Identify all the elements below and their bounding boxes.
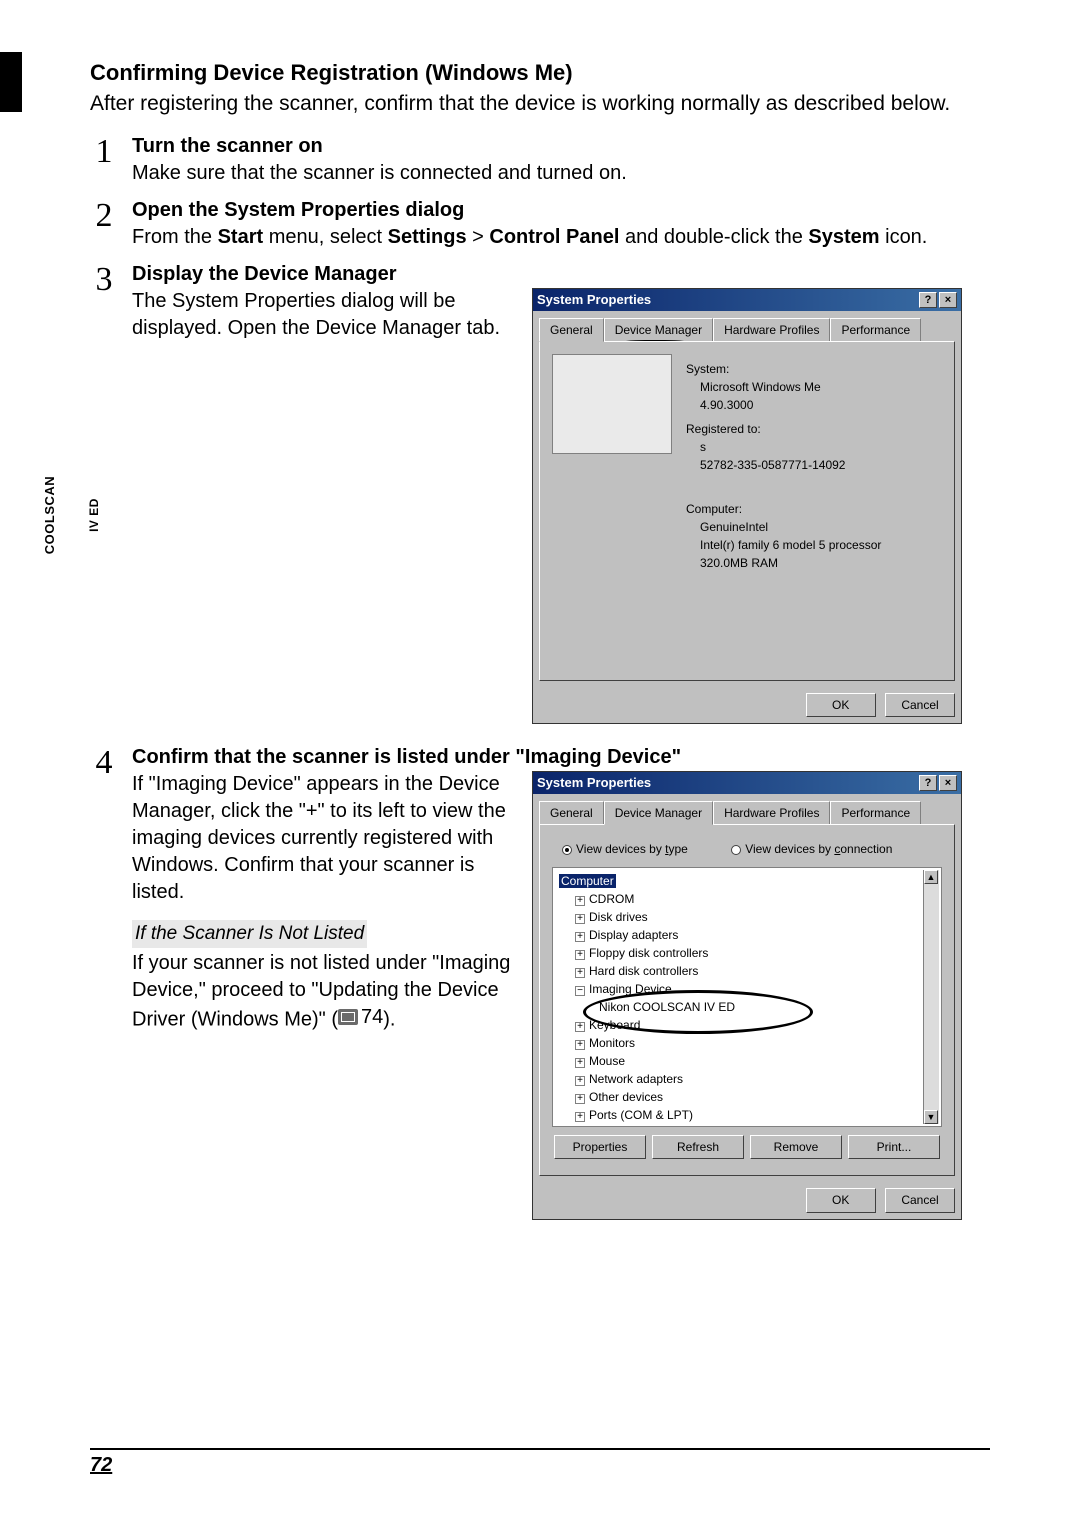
tree-node-display-adapters[interactable]: +Display adapters xyxy=(559,926,935,944)
scroll-down-icon[interactable]: ▼ xyxy=(924,1110,938,1124)
page-edge-tab xyxy=(0,52,22,112)
tab-row: General Device Manager Hardware Profiles… xyxy=(533,311,961,341)
cancel-button[interactable]: Cancel xyxy=(885,693,955,717)
step-title: Confirm that the scanner is listed under… xyxy=(132,744,990,771)
tree-node-floppy[interactable]: +Floppy disk controllers xyxy=(559,944,935,962)
tree-node-scsi[interactable]: +SCSI controllers xyxy=(559,1124,935,1127)
sub-heading: If the Scanner Is Not Listed xyxy=(132,920,367,948)
ok-button[interactable]: OK xyxy=(806,693,876,717)
titlebar: System Properties ? × xyxy=(533,289,961,311)
value-computer-1: GenuineIntel xyxy=(686,518,881,536)
tab-row: General Device Manager Hardware Profiles… xyxy=(533,794,961,824)
step-text: The System Properties dialog will be dis… xyxy=(132,288,512,724)
radio-view-by-type[interactable]: View devices by type xyxy=(562,841,688,857)
value-system-1: Microsoft Windows Me xyxy=(686,378,881,396)
close-button[interactable]: × xyxy=(939,292,957,308)
tree-node-cdrom[interactable]: +CDROM xyxy=(559,890,935,908)
step-1: 1 Turn the scanner on Make sure that the… xyxy=(90,133,990,187)
tree-node-other-devices[interactable]: +Other devices xyxy=(559,1088,935,1106)
properties-button[interactable]: Properties xyxy=(554,1135,646,1159)
label-registered: Registered to: xyxy=(686,420,881,438)
side-label: COOLSCAN IV ED xyxy=(12,475,131,555)
sub-text: If your scanner is not listed under "Ima… xyxy=(132,950,512,1034)
step-3: 3 Display the Device Manager The System … xyxy=(90,261,990,724)
tree-node-monitors[interactable]: +Monitors xyxy=(559,1034,935,1052)
side-label-l1: COOLSCAN xyxy=(42,475,57,555)
window-title: System Properties xyxy=(537,291,651,309)
tree-node-keyboard[interactable]: +Keyboard xyxy=(559,1016,935,1034)
page-number: 72 xyxy=(90,1454,112,1476)
step-title: Display the Device Manager xyxy=(132,261,990,288)
step-text: From the Start menu, select Settings > C… xyxy=(132,224,990,251)
close-button[interactable]: × xyxy=(939,775,957,791)
tab-device-manager[interactable]: Device Manager xyxy=(604,801,713,825)
step-text: If "Imaging Device" appears in the Devic… xyxy=(132,771,512,906)
tree-node-disk-drives[interactable]: +Disk drives xyxy=(559,908,935,926)
tab-performance[interactable]: Performance xyxy=(830,801,921,825)
help-button[interactable]: ? xyxy=(919,292,937,308)
tab-device-manager[interactable]: Device Manager xyxy=(604,318,713,342)
page-reference-icon xyxy=(338,1009,358,1025)
tab-pane-general: System: Microsoft Windows Me 4.90.3000 R… xyxy=(539,341,955,681)
remove-button[interactable]: Remove xyxy=(750,1135,842,1159)
tab-pane-device-manager: View devices by type View devices by con… xyxy=(539,824,955,1176)
tree-node-network-adapters[interactable]: +Network adapters xyxy=(559,1070,935,1088)
section-intro: After registering the scanner, confirm t… xyxy=(90,90,990,117)
screenshot-system-properties-general: System Properties ? × General Device Man… xyxy=(532,288,962,724)
tree-root[interactable]: Computer xyxy=(559,872,935,890)
step-2: 2 Open the System Properties dialog From… xyxy=(90,197,990,251)
step-number: 1 xyxy=(90,133,118,187)
screenshot-system-properties-device-manager: System Properties ? × General Device Man… xyxy=(532,771,962,1219)
ok-button[interactable]: OK xyxy=(806,1188,876,1212)
label-system: System: xyxy=(686,360,881,378)
step-title: Open the System Properties dialog xyxy=(132,197,990,224)
section-heading: Confirming Device Registration (Windows … xyxy=(90,60,990,86)
radio-view-by-connection[interactable]: View devices by connection xyxy=(731,841,892,857)
value-computer-3: 320.0MB RAM xyxy=(686,554,881,572)
tree-node-nikon-coolscan[interactable]: Nikon COOLSCAN IV ED xyxy=(559,998,935,1016)
step-number: 4 xyxy=(90,744,118,1219)
page-reference: 74 xyxy=(338,1004,383,1031)
step-number: 2 xyxy=(90,197,118,251)
value-computer-2: Intel(r) family 6 model 5 processor xyxy=(686,536,881,554)
tab-hardware-profiles[interactable]: Hardware Profiles xyxy=(713,801,830,825)
tab-general[interactable]: General xyxy=(539,801,604,825)
tree-node-hard-disk[interactable]: +Hard disk controllers xyxy=(559,962,935,980)
cancel-button[interactable]: Cancel xyxy=(885,1188,955,1212)
titlebar: System Properties ? × xyxy=(533,772,961,794)
window-title: System Properties xyxy=(537,774,651,792)
value-registered-1: s xyxy=(686,438,881,456)
tab-hardware-profiles[interactable]: Hardware Profiles xyxy=(713,318,830,342)
tree-node-ports[interactable]: +Ports (COM & LPT) xyxy=(559,1106,935,1124)
value-registered-2: 52782-335-0587771-14092 xyxy=(686,456,881,474)
device-tree[interactable]: Computer +CDROM +Disk drives +Display ad… xyxy=(552,867,942,1127)
tree-node-mouse[interactable]: +Mouse xyxy=(559,1052,935,1070)
help-button[interactable]: ? xyxy=(919,775,937,791)
step-4: 4 Confirm that the scanner is listed und… xyxy=(90,744,990,1219)
tab-performance[interactable]: Performance xyxy=(830,318,921,342)
print-button[interactable]: Print... xyxy=(848,1135,940,1159)
tab-general[interactable]: General xyxy=(539,318,604,342)
step-text: Make sure that the scanner is connected … xyxy=(132,160,990,187)
page-footer: 72 xyxy=(90,1448,990,1477)
refresh-button[interactable]: Refresh xyxy=(652,1135,744,1159)
side-label-l2: IV ED xyxy=(87,475,101,555)
scroll-up-icon[interactable]: ▲ xyxy=(924,870,938,884)
tree-node-imaging-device[interactable]: −Imaging Device xyxy=(559,980,935,998)
step-title: Turn the scanner on xyxy=(132,133,990,160)
label-computer: Computer: xyxy=(686,500,881,518)
computer-icon xyxy=(552,354,672,454)
value-system-2: 4.90.3000 xyxy=(686,396,881,414)
scrollbar[interactable]: ▲ ▼ xyxy=(923,870,939,1124)
